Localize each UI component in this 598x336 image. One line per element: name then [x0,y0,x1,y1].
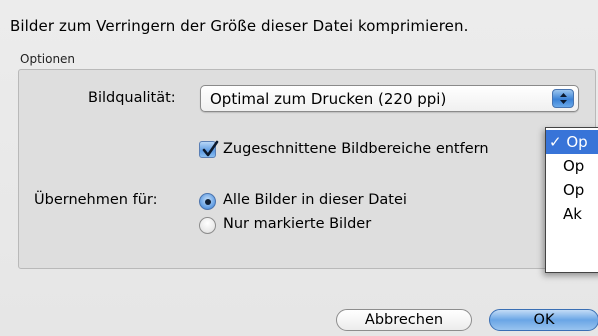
compress-pictures-dialog: Bilder zum Verringern der Größe dieser D… [0,0,598,336]
quality-label: Bildqualität: [88,90,176,106]
ok-button[interactable]: OK [489,309,598,331]
quality-dropdown-menu: ✓ Op Op Op Ak [545,127,598,273]
menu-item-4[interactable]: Ak [546,202,598,226]
crop-checkbox-label[interactable]: Zugeschnittene Bildbereiche entfern [223,141,489,157]
crop-checkbox[interactable] [199,140,219,158]
up-down-chevron-icon [552,89,574,108]
radio-selected-dot-icon [204,198,211,205]
quality-popup-button[interactable]: Optimal zum Drucken (220 ppi) [200,85,579,112]
apply-label: Übernehmen für: [34,192,158,208]
menu-item-2[interactable]: Op [546,154,598,178]
cancel-button[interactable]: Abbrechen [336,309,472,331]
menu-item-1[interactable]: ✓ Op [546,130,598,154]
checkmark-icon [202,140,219,157]
radio-all-pictures-label[interactable]: Alle Bilder in dieser Datei [223,192,407,208]
quality-popup-value: Optimal zum Drucken (220 ppi) [210,90,447,108]
dialog-headline: Bilder zum Verringern der Größe dieser D… [10,17,469,35]
menu-item-3[interactable]: Op [546,178,598,202]
options-group-caption: Optionen [20,52,76,66]
radio-selected-pictures[interactable] [199,217,216,234]
radio-selected-pictures-label[interactable]: Nur markierte Bilder [223,216,371,232]
radio-all-pictures[interactable] [199,193,216,210]
